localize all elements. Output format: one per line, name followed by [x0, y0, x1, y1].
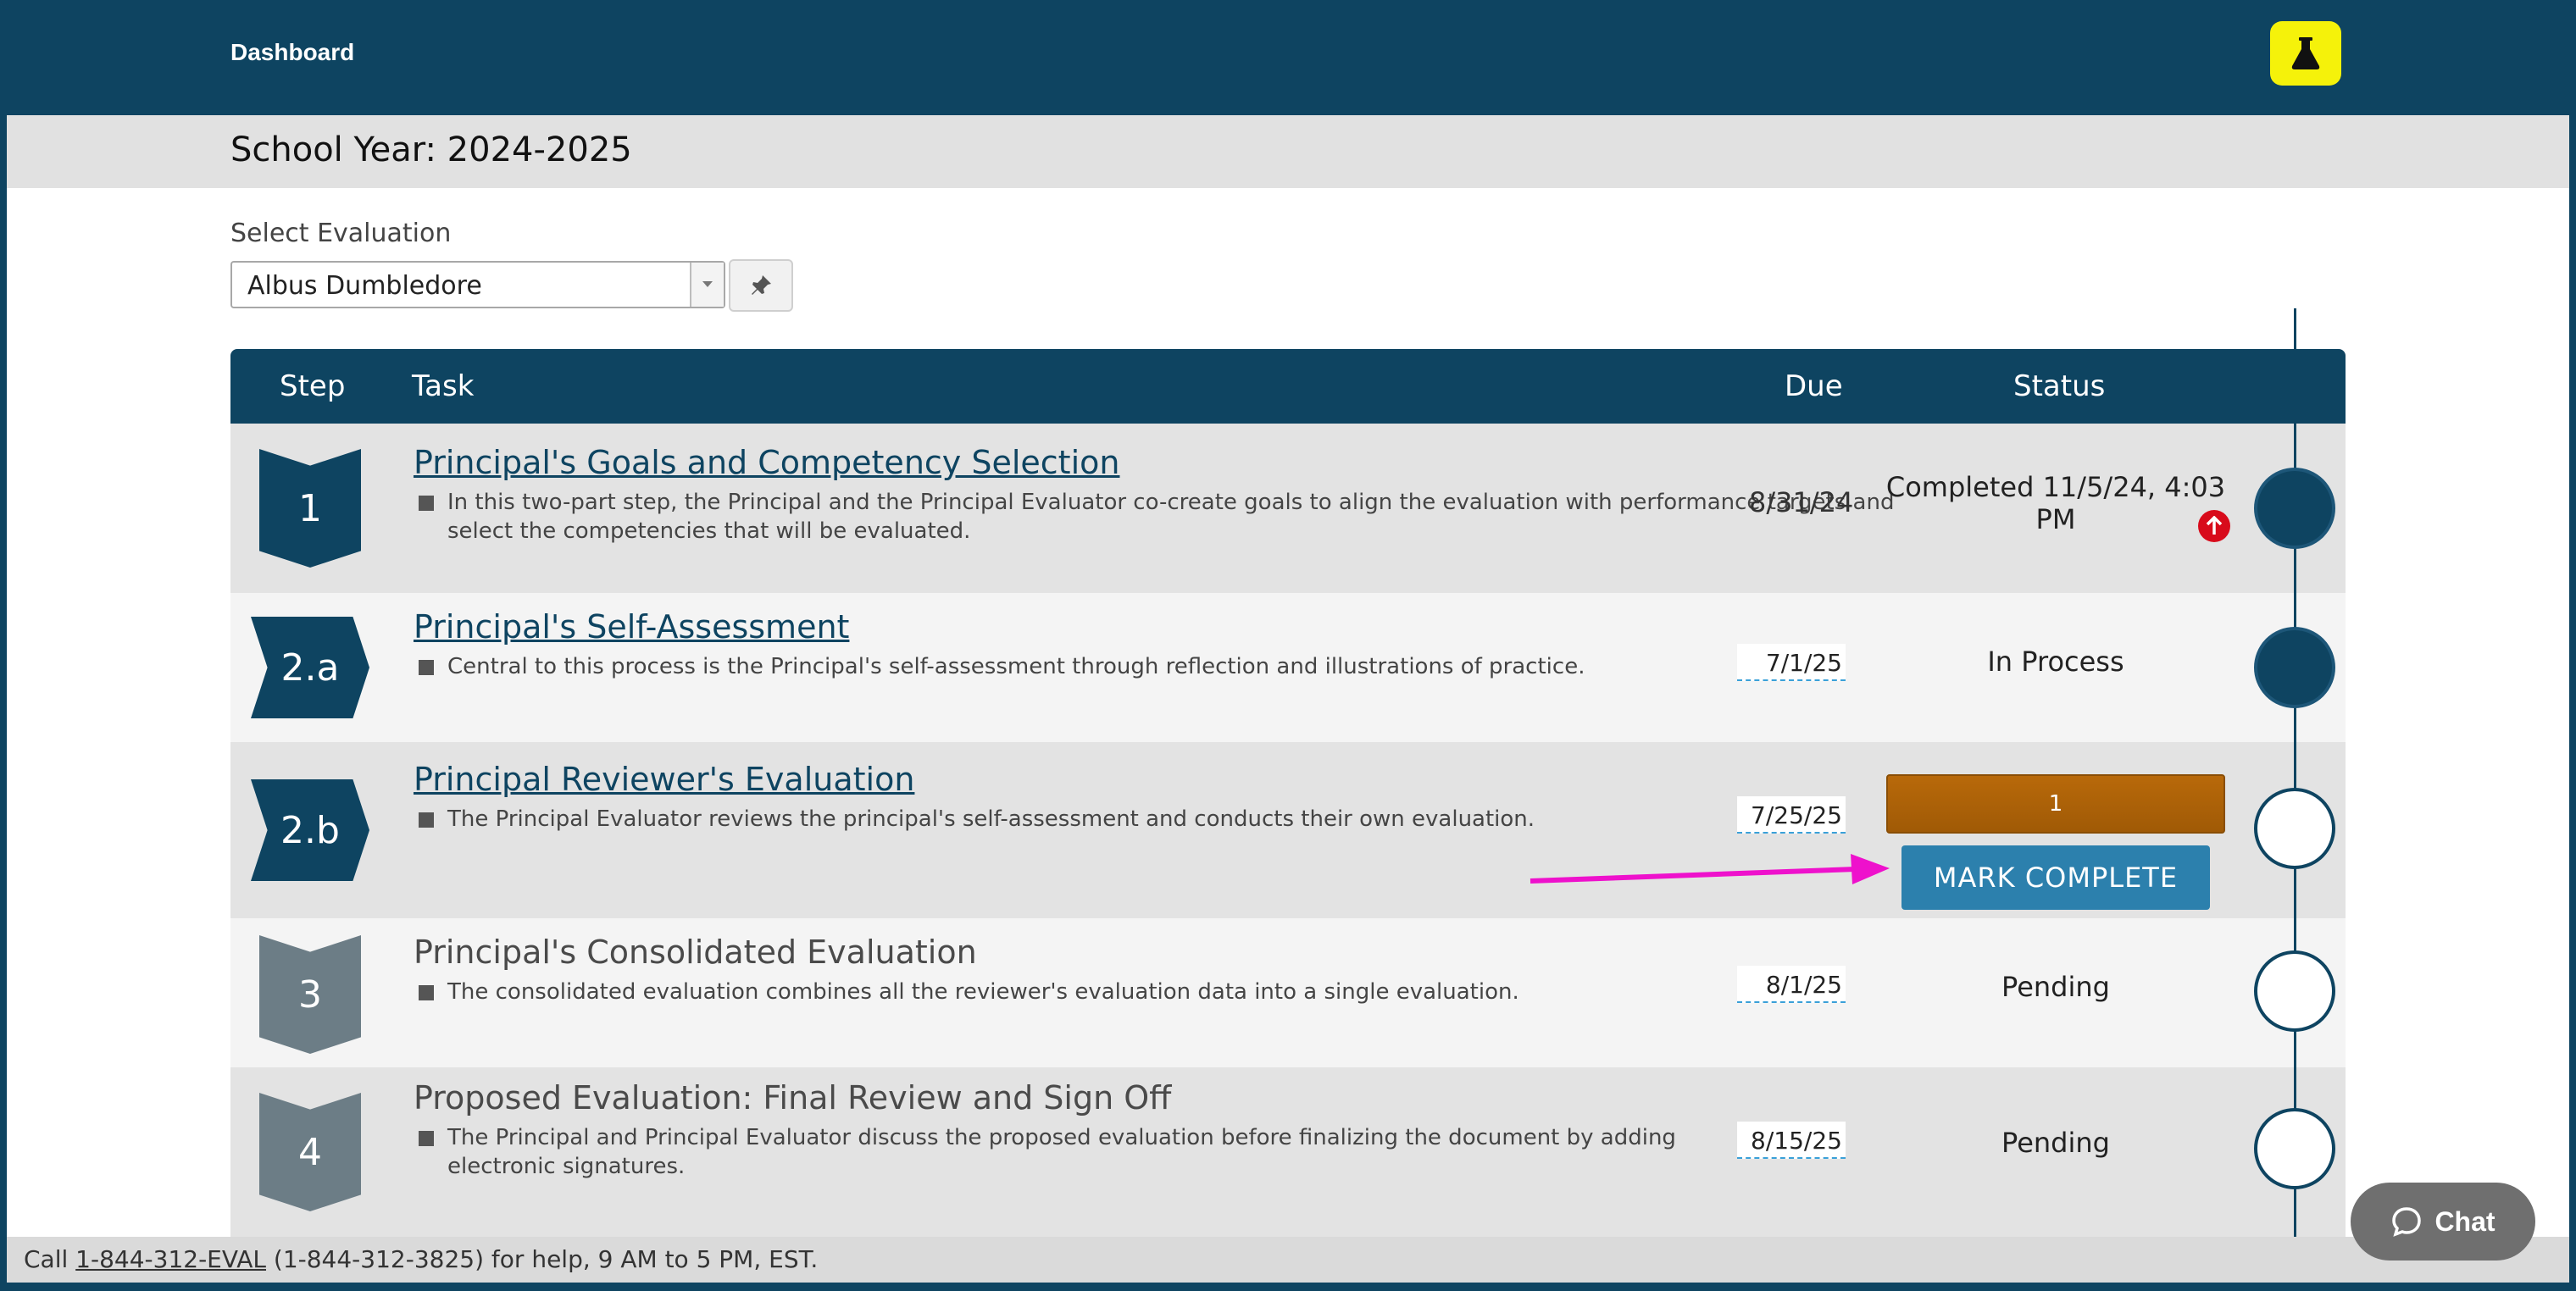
due-date: 8/31/24	[1749, 486, 1854, 518]
task-description: The Principal and Principal Evaluator di…	[414, 1123, 1735, 1181]
annotation-arrow-icon	[1530, 854, 1890, 884]
due-date-field[interactable]: 7/25/25	[1737, 796, 1846, 834]
flask-icon	[2291, 37, 2320, 69]
bullet-icon	[419, 985, 434, 1000]
task-title: Principal's Consolidated Evaluation	[414, 934, 977, 971]
timeline-node-active	[2254, 627, 2335, 708]
due-date-field[interactable]: 8/1/25	[1737, 966, 1846, 1003]
chat-bubble-icon	[2392, 1207, 2422, 1237]
school-year-bar: School Year: 2024-2025	[7, 115, 2569, 188]
chevron-down-icon[interactable]	[690, 263, 724, 307]
evaluation-select[interactable]: Albus Dumbledore	[230, 261, 725, 308]
evaluation-select-value: Albus Dumbledore	[247, 271, 482, 301]
status-text: In Process	[1987, 646, 2124, 678]
bullet-icon	[419, 812, 434, 828]
dashboard-link[interactable]: Dashboard	[230, 39, 354, 66]
evaluation-steps-table: Step Task Due Status 1 Principal's Goals…	[230, 349, 2346, 1264]
top-header: Dashboard	[0, 0, 2576, 115]
table-row: 1 Principal's Goals and Competency Selec…	[230, 424, 2346, 593]
due-date-field[interactable]: 7/1/25	[1737, 644, 1846, 681]
column-header-due: Due	[1785, 369, 1843, 403]
select-evaluation-label: Select Evaluation	[230, 219, 452, 248]
table-row: 4 Proposed Evaluation: Final Review and …	[230, 1067, 2346, 1264]
arrow-up-icon[interactable]	[2198, 510, 2230, 542]
task-description: In this two-part step, the Principal and…	[414, 488, 1922, 546]
timeline-node-empty	[2254, 1108, 2335, 1189]
task-title: Proposed Evaluation: Final Review and Si…	[414, 1079, 1172, 1116]
task-title-link[interactable]: Principal's Self-Assessment	[414, 608, 849, 646]
pin-icon	[752, 275, 771, 295]
chat-button[interactable]: Chat	[2351, 1183, 2535, 1261]
status-text: Completed 11/5/24, 4:03 PM	[1885, 471, 2226, 535]
phone-link[interactable]: 1-844-312-EVAL	[75, 1245, 266, 1273]
column-header-status: Status	[2013, 369, 2106, 403]
table-row: 2.a Principal's Self-Assessment Central …	[230, 593, 2346, 742]
bullet-icon	[419, 660, 434, 675]
pin-button[interactable]	[729, 259, 793, 312]
main-content: School Year: 2024-2025 Select Evaluation…	[7, 115, 2569, 1283]
lab-button[interactable]	[2270, 21, 2341, 86]
task-title-link[interactable]: Principal's Goals and Competency Selecti…	[414, 444, 1119, 481]
table-row: 3 Principal's Consolidated Evaluation Th…	[230, 918, 2346, 1067]
due-date-field[interactable]: 8/15/25	[1737, 1122, 1846, 1159]
step-badge: 2.b	[251, 779, 369, 881]
school-year-label: School Year: 2024-2025	[230, 130, 632, 169]
task-description: The Principal Evaluator reviews the prin…	[414, 805, 1939, 834]
task-description: The consolidated evaluation combines all…	[414, 978, 1939, 1006]
chat-label: Chat	[2434, 1205, 2496, 1237]
timeline-node-empty	[2254, 950, 2335, 1032]
step-badge: 1	[259, 449, 361, 568]
timeline-node-empty	[2254, 788, 2335, 869]
step-badge: 2.a	[251, 617, 369, 718]
table-row: 2.b Principal Reviewer's Evaluation The …	[230, 742, 2346, 918]
status-text: Pending	[2001, 1127, 2110, 1159]
timeline-node-complete	[2254, 468, 2335, 549]
step-badge: 4	[259, 1093, 361, 1211]
column-header-step: Step	[280, 369, 346, 403]
step-badge: 3	[259, 935, 361, 1054]
task-title-link[interactable]: Principal Reviewer's Evaluation	[414, 761, 914, 798]
help-footer: Call 1-844-312-EVAL (1-844-312-3825) for…	[7, 1237, 2569, 1283]
task-description: Central to this process is the Principal…	[414, 652, 1939, 681]
status-text: Pending	[2001, 971, 2110, 1003]
footer-text: Call 1-844-312-EVAL (1-844-312-3825) for…	[24, 1245, 819, 1273]
progress-count-bar[interactable]: 1	[1886, 774, 2225, 834]
bullet-icon	[419, 1131, 434, 1146]
table-header: Step Task Due Status	[230, 349, 2346, 424]
mark-complete-button[interactable]: MARK COMPLETE	[1901, 845, 2210, 910]
bullet-icon	[419, 496, 434, 511]
column-header-task: Task	[412, 369, 475, 403]
